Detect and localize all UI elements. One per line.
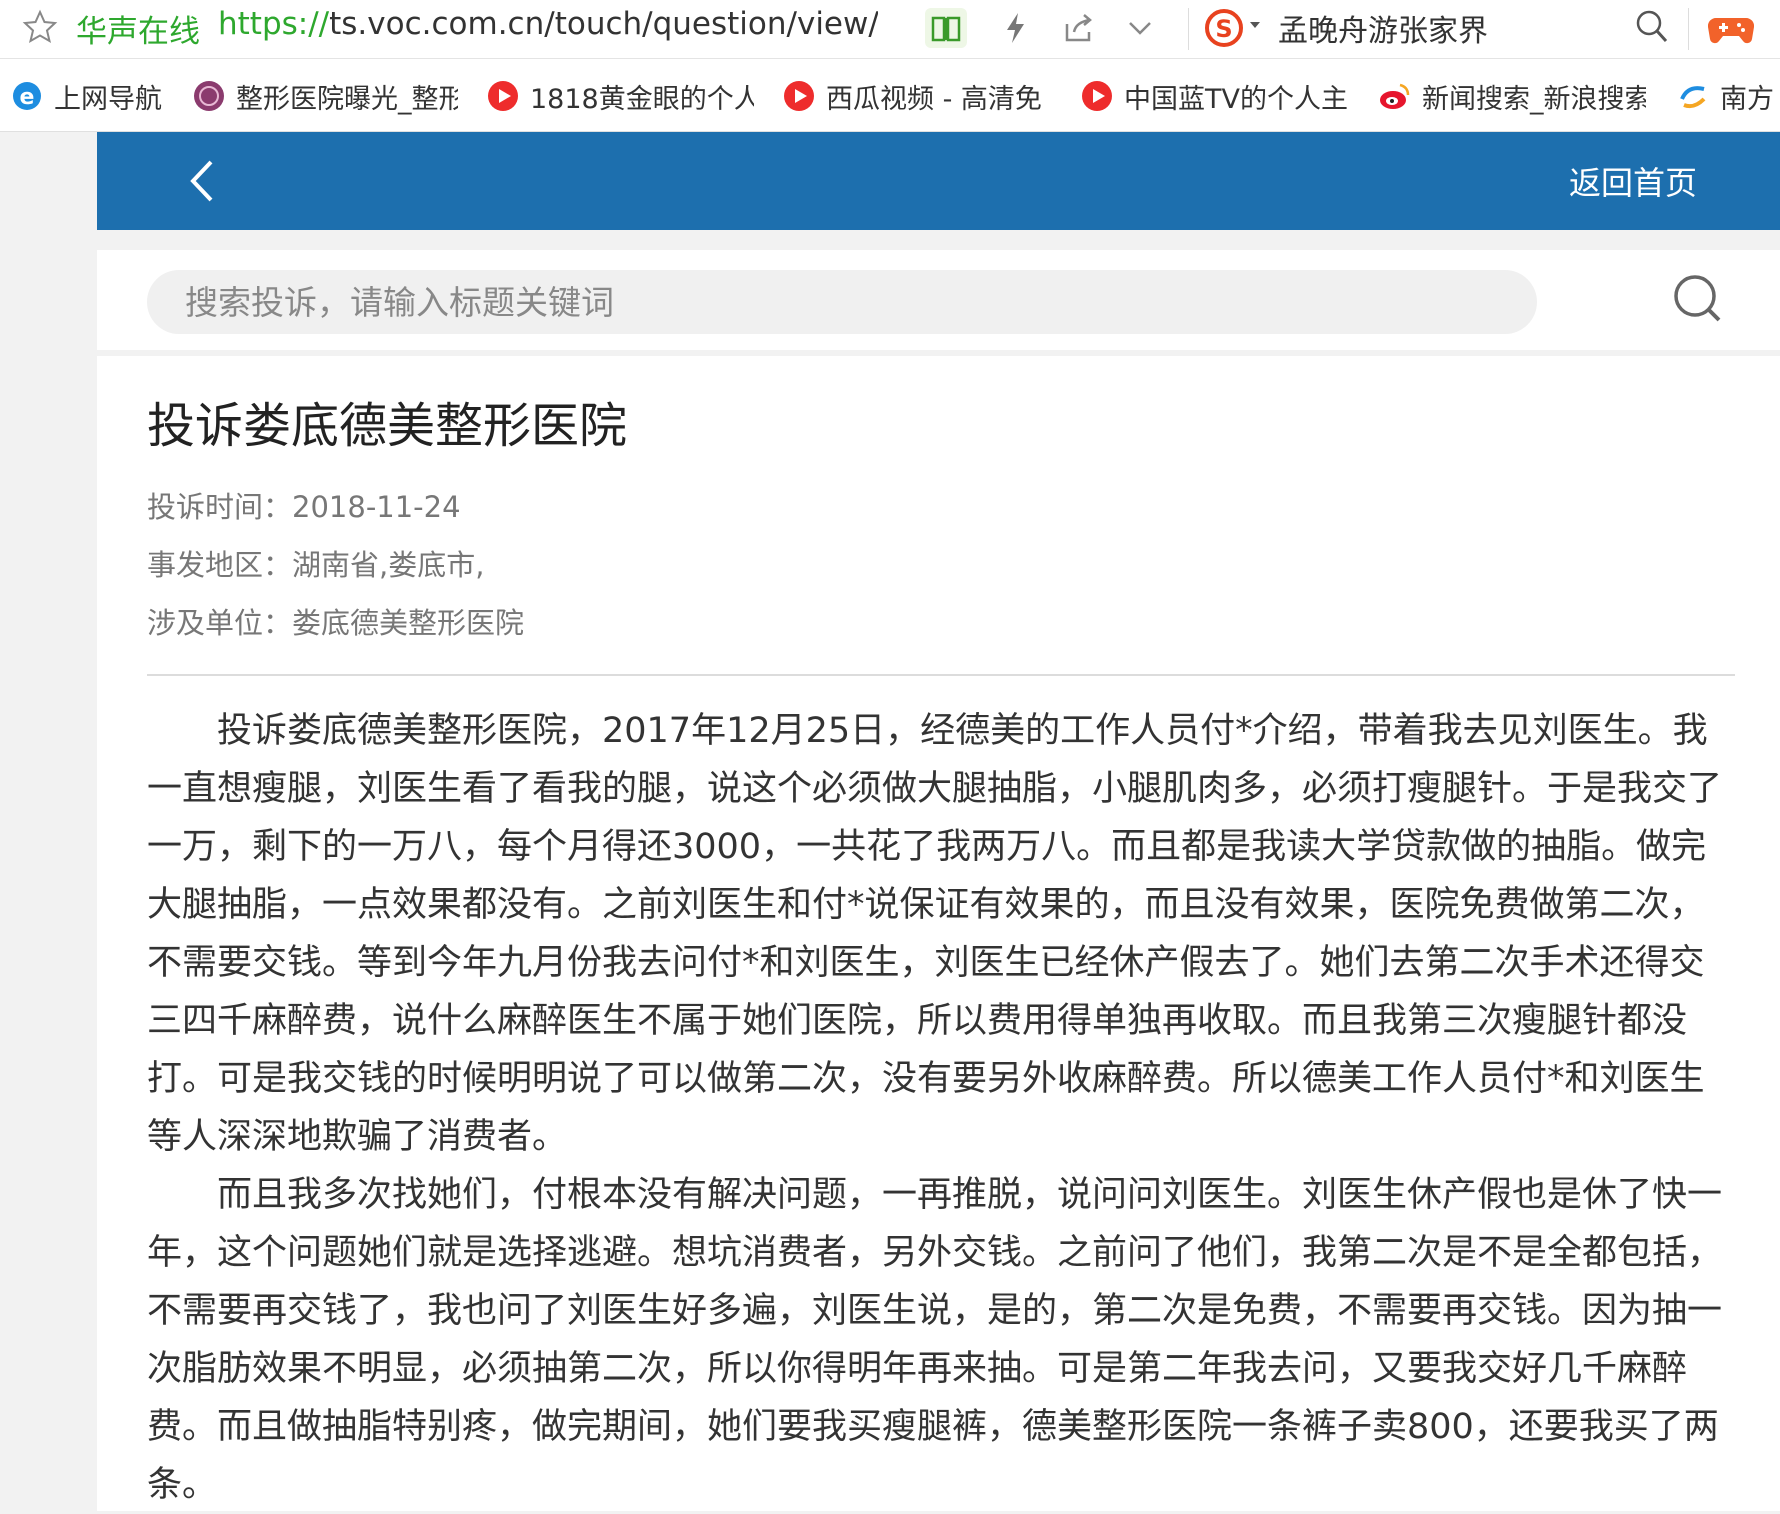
play-icon	[784, 81, 814, 111]
address-bar: 华声在线 https://ts.voc.com.cn/touch/questio…	[0, 0, 1780, 59]
bookmark-label: 1818黄金眼的个人	[530, 83, 754, 115]
bookmark-label: 中国蓝TV的个人主	[1124, 83, 1348, 115]
meta-complaint-date: 投诉时间：2018-11-24	[147, 484, 461, 526]
page-header: 返回首页	[97, 132, 1780, 230]
browser-search-field[interactable]: 孟晚舟游张家界	[1278, 6, 1488, 50]
divider	[1188, 8, 1189, 50]
site-name[interactable]: 华声在线	[76, 6, 200, 51]
gamepad-icon[interactable]	[1708, 8, 1754, 48]
bookmark-item[interactable]: 南方	[1676, 76, 1780, 116]
star-icon[interactable]	[22, 9, 58, 45]
home-link[interactable]: 返回首页	[1569, 158, 1697, 204]
bookmarks-bar: e 上网导航 整形医院曝光_整形 1818黄金眼的个人 西瓜视频 - 高清免 中…	[0, 59, 1780, 132]
bookmark-label: 新闻搜索_新浪搜索	[1422, 83, 1646, 115]
share-icon[interactable]	[1062, 10, 1096, 46]
url-field[interactable]: https://ts.voc.com.cn/touch/question/vie…	[218, 6, 878, 42]
paragraph: 投诉娄底德美整形医院，2017年12月25日，经德美的工作人员付*介绍，带着我去…	[147, 711, 1723, 1157]
lightning-icon[interactable]	[1000, 10, 1030, 46]
bookmark-item[interactable]: e 上网导航	[10, 76, 170, 116]
bookmark-item[interactable]: 新闻搜索_新浪搜索	[1378, 76, 1648, 116]
search-icon[interactable]	[1671, 272, 1723, 324]
back-arrow-icon[interactable]	[185, 156, 219, 206]
search-icon[interactable]	[1634, 8, 1670, 46]
bookmark-label: 整形医院曝光_整形	[236, 83, 458, 115]
bookmark-item[interactable]: 西瓜视频 - 高清免	[782, 76, 1052, 116]
reader-mode-icon[interactable]	[925, 8, 967, 48]
meta-value: 娄底德美整形医院	[292, 606, 525, 640]
play-icon	[488, 81, 518, 111]
divider	[147, 674, 1735, 676]
engine-dropdown-icon[interactable]	[1248, 18, 1262, 32]
meta-region: 事发地区：湖南省,娄底市,	[147, 542, 484, 584]
svg-text:e: e	[20, 85, 35, 110]
play-icon	[1082, 81, 1112, 111]
bookmark-label: 西瓜视频 - 高清免	[826, 83, 1042, 115]
clinic-logo-icon	[194, 81, 224, 111]
article: 投诉娄底德美整形医院 投诉时间：2018-11-24 事发地区：湖南省,娄底市,…	[97, 356, 1780, 1511]
meta-key: 投诉时间：	[147, 490, 293, 524]
url-scheme: https://	[218, 6, 330, 42]
bookmark-item[interactable]: 整形医院曝光_整形	[192, 76, 460, 116]
meta-organization: 涉及单位：娄底德美整形医院	[147, 600, 524, 642]
article-body: 投诉娄底德美整形医院，2017年12月25日，经德美的工作人员付*介绍，带着我去…	[147, 702, 1739, 1514]
bookmark-label: 上网导航	[54, 83, 162, 115]
nanfang-icon	[1680, 86, 1706, 109]
sogou-search-icon[interactable]: S	[1204, 6, 1244, 50]
meta-value: 湖南省,娄底市,	[292, 548, 485, 582]
bookmark-item[interactable]: 1818黄金眼的个人	[486, 76, 756, 116]
meta-key: 涉及单位：	[147, 606, 293, 640]
search-bar	[97, 250, 1780, 350]
meta-key: 事发地区：	[147, 548, 293, 582]
bookmark-label: 南方	[1720, 83, 1774, 115]
svg-text:S: S	[1215, 15, 1232, 43]
search-input[interactable]	[147, 270, 1537, 334]
meta-value: 2018-11-24	[292, 490, 461, 524]
paragraph: 而且我多次找她们，付根本没有解决问题，一再推脱，说问问刘医生。刘医生休产假也是休…	[147, 1175, 1723, 1505]
divider	[1688, 8, 1689, 50]
page-title: 投诉娄底德美整形医院	[147, 398, 628, 454]
chevron-down-icon[interactable]	[1124, 12, 1156, 44]
url-path: ts.voc.com.cn/touch/question/view/7	[329, 6, 878, 42]
bookmark-item[interactable]: 中国蓝TV的个人主	[1080, 76, 1350, 116]
weibo-icon	[1380, 83, 1410, 109]
ie-icon: e	[13, 82, 41, 110]
